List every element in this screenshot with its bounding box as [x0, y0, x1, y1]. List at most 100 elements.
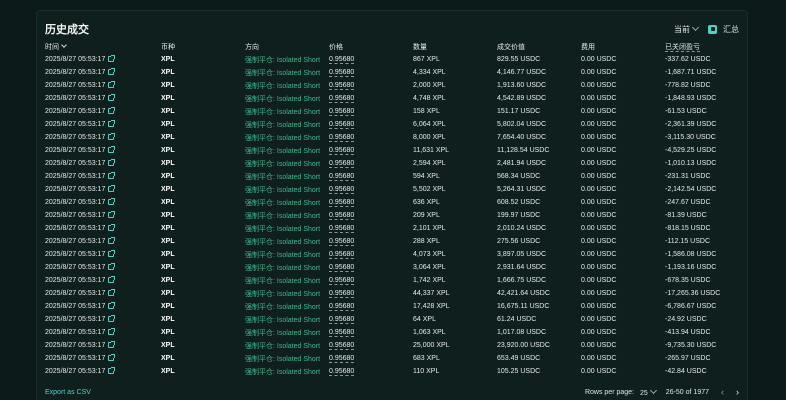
cell-direction: 强制平仓: Isolated Short	[245, 264, 321, 272]
table-row: 2025/8/27 05:53:17 XPL 强制平仓: Isolated Shor…	[45, 92, 741, 105]
cell-coin[interactable]: XPL	[161, 352, 245, 365]
prev-page-icon[interactable]: ‹	[721, 387, 724, 397]
external-link-icon[interactable]	[108, 120, 116, 128]
cell-fee: 0.00 USDC	[581, 95, 617, 102]
column-header-coin: 币种	[161, 44, 175, 51]
cell-time: 2025/8/27 05:53:17	[45, 274, 161, 287]
cell-value: 23,920.00 USDC	[497, 342, 550, 349]
cell-direction: 强制平仓: Isolated Short	[245, 82, 321, 90]
cell-coin[interactable]: XPL	[161, 222, 245, 235]
cell-coin[interactable]: XPL	[161, 339, 245, 352]
external-link-icon[interactable]	[108, 250, 116, 258]
external-link-icon[interactable]	[108, 224, 116, 232]
cell-closed-pnl: -231.31 USDC	[665, 173, 711, 180]
cell-coin[interactable]: XPL	[161, 326, 245, 339]
cell-fee: 0.00 USDC	[581, 82, 617, 89]
cell-direction: 强制平仓: Isolated Short	[245, 69, 321, 77]
scope-dropdown[interactable]: 当前	[674, 23, 702, 35]
external-link-icon[interactable]	[108, 133, 116, 141]
external-link-icon[interactable]	[108, 341, 116, 349]
cell-coin[interactable]: XPL	[161, 300, 245, 313]
cell-time: 2025/8/27 05:53:17	[45, 287, 161, 300]
cell-time: 2025/8/27 05:53:17	[45, 326, 161, 339]
external-link-icon[interactable]	[108, 315, 116, 323]
cell-coin[interactable]: XPL	[161, 66, 245, 79]
cell-coin[interactable]: XPL	[161, 79, 245, 92]
cell-coin[interactable]: XPL	[161, 170, 245, 183]
cell-coin[interactable]: XPL	[161, 157, 245, 170]
external-link-icon[interactable]	[108, 68, 116, 76]
external-link-icon[interactable]	[108, 211, 116, 219]
cell-value: 829.55 USDC	[497, 56, 541, 63]
aggregate-checkbox[interactable]	[708, 24, 717, 34]
external-link-icon[interactable]	[108, 302, 116, 310]
cell-coin[interactable]: XPL	[161, 274, 245, 287]
cell-coin[interactable]: XPL	[161, 118, 245, 131]
external-link-icon[interactable]	[108, 185, 116, 193]
external-link-icon[interactable]	[108, 198, 116, 206]
column-header-price: 价格	[329, 44, 343, 51]
cell-coin[interactable]: XPL	[161, 287, 245, 300]
cell-time: 2025/8/27 05:53:17	[45, 339, 161, 352]
table-row: 2025/8/27 05:53:17 XPL 强制平仓: Isolated Shor…	[45, 105, 741, 118]
cell-coin[interactable]: XPL	[161, 53, 245, 66]
cell-coin[interactable]: XPL	[161, 235, 245, 248]
cell-coin[interactable]: XPL	[161, 144, 245, 157]
external-link-icon[interactable]	[108, 159, 116, 167]
table-row: 2025/8/27 05:53:17 XPL 强制平仓: Isolated Shor…	[45, 79, 741, 92]
cell-quantity: 6,064 XPL	[413, 121, 446, 128]
cell-time: 2025/8/27 05:53:17	[45, 105, 161, 118]
cell-closed-pnl: -265.97 USDC	[665, 355, 711, 362]
cell-direction: 强制平仓: Isolated Short	[245, 329, 321, 337]
cell-quantity: 110 XPL	[413, 368, 440, 375]
cell-quantity: 209 XPL	[413, 212, 440, 219]
cell-coin[interactable]: XPL	[161, 365, 245, 378]
cell-time: 2025/8/27 05:53:17	[45, 300, 161, 313]
cell-time: 2025/8/27 05:53:17	[45, 79, 161, 92]
column-header-time[interactable]: 时间	[45, 41, 161, 53]
cell-coin[interactable]: XPL	[161, 209, 245, 222]
cell-coin[interactable]: XPL	[161, 313, 245, 326]
external-link-icon[interactable]	[108, 172, 116, 180]
external-link-icon[interactable]	[108, 94, 116, 102]
cell-direction: 强制平仓: Isolated Short	[245, 225, 321, 233]
external-link-icon[interactable]	[108, 263, 116, 271]
cell-fee: 0.00 USDC	[581, 186, 617, 193]
cell-closed-pnl: -2,142.54 USDC	[665, 186, 717, 193]
cell-value: 1,666.75 USDC	[497, 277, 547, 284]
table-header-row: 时间 币种 方向 价格 数量 成交价值 费用 已关闭盈亏	[45, 41, 741, 53]
cell-time: 2025/8/27 05:53:17	[45, 66, 161, 79]
cell-coin[interactable]: XPL	[161, 248, 245, 261]
external-link-icon[interactable]	[108, 146, 116, 154]
header-controls: 当前 汇总	[674, 23, 739, 35]
cell-coin[interactable]: XPL	[161, 105, 245, 118]
rows-per-page-select[interactable]: 25	[640, 386, 660, 397]
cell-coin[interactable]: XPL	[161, 196, 245, 209]
cell-fee: 0.00 USDC	[581, 316, 617, 323]
cell-coin[interactable]: XPL	[161, 261, 245, 274]
external-link-icon[interactable]	[108, 354, 116, 362]
external-link-icon[interactable]	[108, 367, 116, 375]
external-link-icon[interactable]	[108, 237, 116, 245]
cell-price: 0.95680	[329, 121, 355, 128]
cell-direction: 强制平仓: Isolated Short	[245, 290, 321, 298]
external-link-icon[interactable]	[108, 55, 116, 63]
cell-closed-pnl: -6,786.67 USDC	[665, 303, 717, 310]
external-link-icon[interactable]	[108, 328, 116, 336]
external-link-icon[interactable]	[108, 276, 116, 284]
external-link-icon[interactable]	[108, 289, 116, 297]
cell-coin[interactable]: XPL	[161, 92, 245, 105]
cell-value: 16,675.11 USDC	[497, 303, 550, 310]
cell-value: 2,010.24 USDC	[497, 225, 547, 232]
cell-fee: 0.00 USDC	[581, 108, 617, 115]
cell-closed-pnl: -247.67 USDC	[665, 199, 711, 206]
cell-price: 0.95680	[329, 186, 355, 193]
cell-time: 2025/8/27 05:53:17	[45, 157, 161, 170]
next-page-icon[interactable]: ›	[736, 387, 739, 397]
export-csv-link[interactable]: Export as CSV	[45, 389, 91, 396]
external-link-icon[interactable]	[108, 81, 116, 89]
cell-coin[interactable]: XPL	[161, 183, 245, 196]
cell-fee: 0.00 USDC	[581, 212, 617, 219]
cell-coin[interactable]: XPL	[161, 131, 245, 144]
external-link-icon[interactable]	[108, 107, 116, 115]
